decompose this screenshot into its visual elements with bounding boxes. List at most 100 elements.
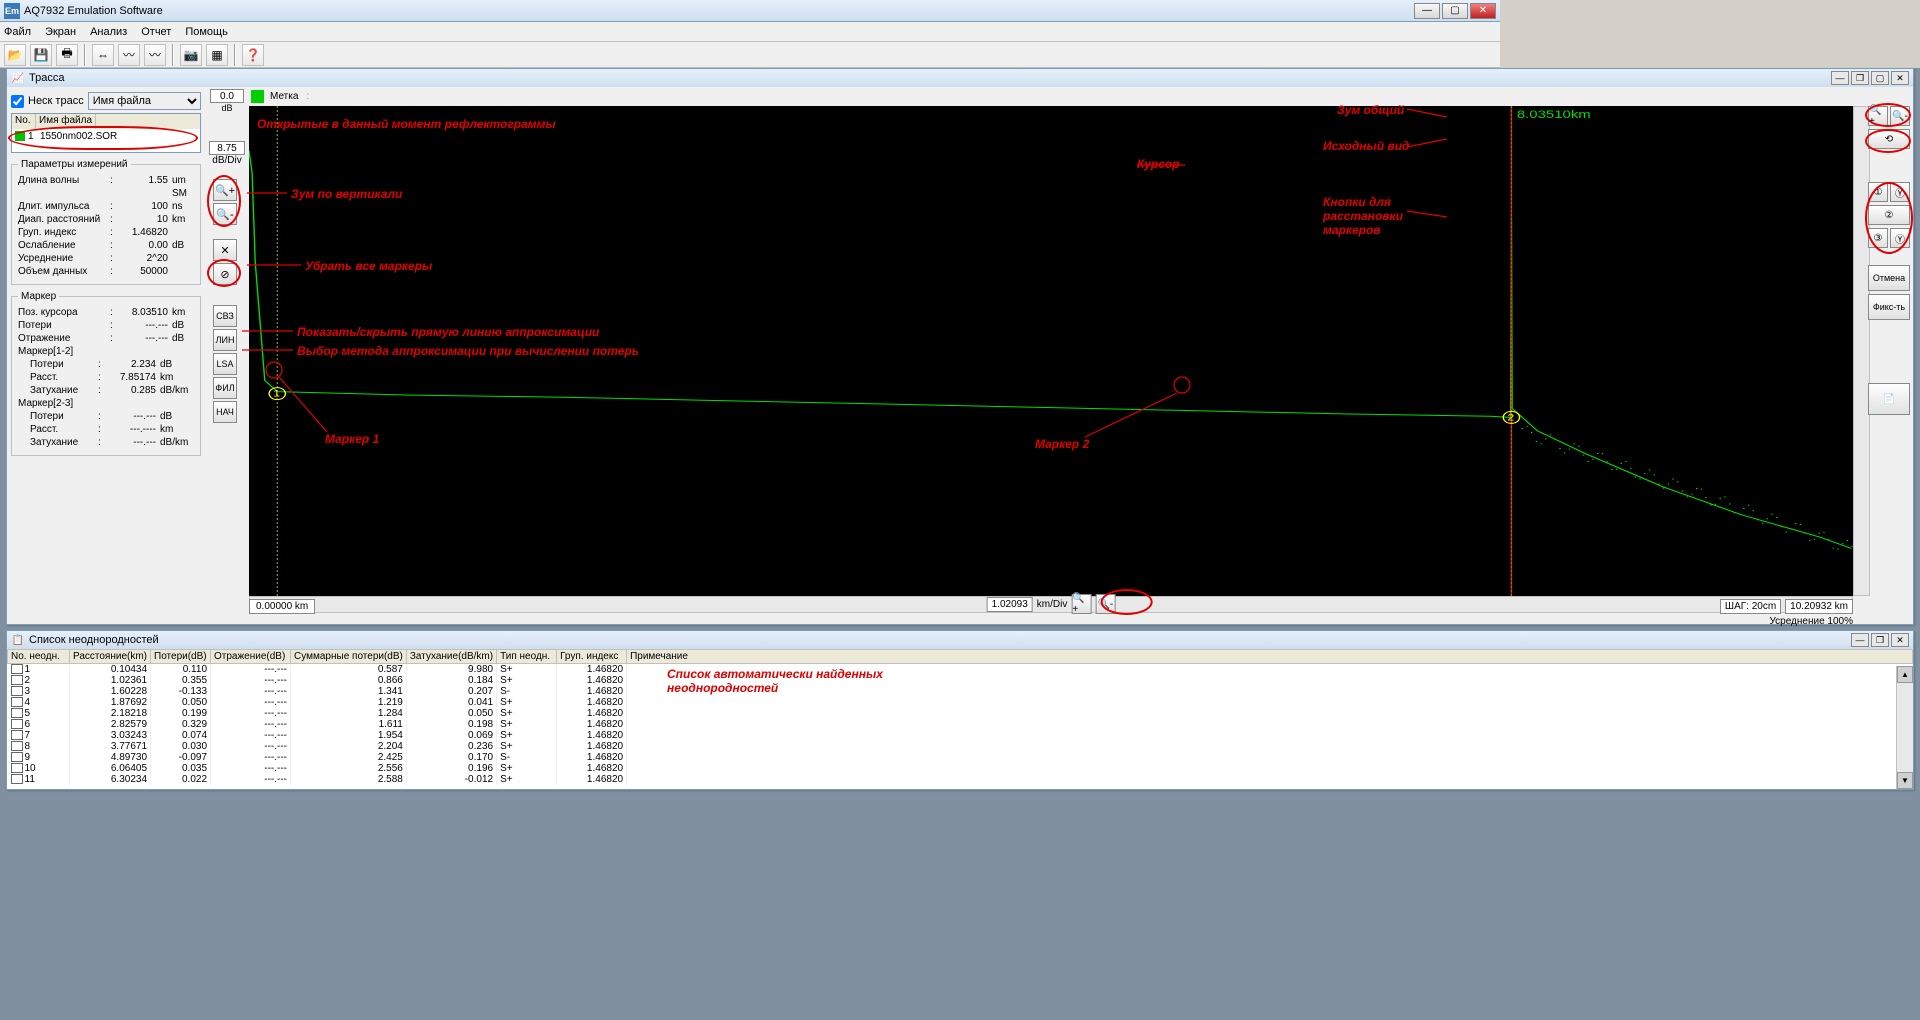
svg-text:1: 1 (273, 389, 280, 399)
tb-snap-icon[interactable]: 📷 (180, 44, 202, 66)
lin-button[interactable]: ЛИН (213, 329, 237, 351)
eh-gi[interactable]: Груп. индекс (557, 650, 627, 664)
cancel-button[interactable]: Отмена (1868, 265, 1910, 291)
eh-type[interactable]: Тип неодн. (497, 650, 557, 664)
zoom-out-button[interactable]: 🔍- (1890, 106, 1910, 126)
marker-y3-button[interactable]: Ⓨ (1890, 228, 1910, 248)
marker-mode-button[interactable]: ✕ (213, 239, 237, 261)
tb-open-icon[interactable]: 📂 (4, 44, 26, 66)
m12-dist-k: Расст. (18, 371, 98, 384)
panel-close-button[interactable]: ✕ (1891, 633, 1909, 647)
trace-file-list[interactable]: No.Имя файла 1 1550nm002.SOR (11, 113, 201, 153)
event-row[interactable]: 62.825790.329---.---1.6110.198S+1.46820 (8, 719, 1913, 730)
zoom-in-v-button[interactable]: 🔍+ (213, 179, 237, 201)
tb-arrows-icon[interactable]: ⇔ (92, 44, 114, 66)
trace-panel-title: 📈 Трасса — ❐ ▢ ✕ (7, 69, 1913, 87)
zoom-in-button[interactable]: 🔍+ (1868, 106, 1888, 126)
minimize-button[interactable]: — (1414, 3, 1440, 19)
event-v-scrollbar[interactable]: ▲ ▼ (1896, 666, 1913, 789)
maximize-button[interactable]: ▢ (1442, 3, 1468, 19)
clear-markers-button[interactable]: ⊘ (213, 263, 237, 285)
panel-minimize-button[interactable]: — (1851, 633, 1869, 647)
p-gi-u (168, 226, 194, 239)
event-row[interactable]: 83.776710.030---.---2.2040.236S+1.46820 (8, 741, 1913, 752)
p-avg-u (168, 252, 194, 265)
m23-dist-k: Расст. (18, 423, 98, 436)
otdr-graph[interactable]: 8.03510km12 (249, 106, 1853, 596)
event-row[interactable]: 73.032430.074---.---1.9540.069S+1.46820 (8, 730, 1913, 741)
y-offset-value[interactable]: 0.0 (210, 89, 244, 103)
event-row[interactable]: 52.182180.199---.---1.2840.050S+1.46820 (8, 708, 1913, 719)
tb-print-icon[interactable]: 🖶 (56, 44, 78, 66)
x-start-value: 0.00000 km (249, 599, 315, 614)
event-row[interactable]: 106.064050.035---.---2.5560.196S+1.46820 (8, 763, 1913, 774)
marker-y1-button[interactable]: Ⓨ (1890, 182, 1910, 202)
event-row[interactable]: 21.023610.355---.---0.8660.184S+1.46820 (8, 675, 1913, 686)
panel-close-button[interactable]: ✕ (1891, 71, 1909, 85)
report-button[interactable]: 📄 (1868, 383, 1910, 415)
multi-trace-checkbox[interactable] (11, 95, 24, 108)
tb-wave2-icon[interactable]: 〰 (144, 44, 166, 66)
trace-panel-label: Трасса (29, 72, 64, 84)
event-row[interactable]: 10.104340.110---.---0.5879.980S+1.46820 (8, 664, 1913, 676)
x-scale-value: 1.02093 (992, 599, 1028, 610)
zoom-out-v-button[interactable]: 🔍- (213, 203, 237, 225)
zoom-in-h-button[interactable]: 🔍+ (1071, 594, 1091, 614)
eh-cum[interactable]: Суммарные потери(dB) (291, 650, 407, 664)
menu-report[interactable]: Отчет (141, 26, 171, 38)
menu-analysis[interactable]: Анализ (90, 26, 127, 38)
panel-maximize-button[interactable]: ▢ (1871, 71, 1889, 85)
y-offset-unit: dB (205, 103, 249, 113)
marker-1-button[interactable]: ① (1868, 182, 1888, 202)
event-row[interactable]: 41.876920.050---.---1.2190.041S+1.46820 (8, 697, 1913, 708)
eh-refl[interactable]: Отражение(dB) (211, 650, 291, 664)
tb-save-icon[interactable]: 💾 (30, 44, 52, 66)
panel-restore-button[interactable]: ❐ (1851, 71, 1869, 85)
lsa-button[interactable]: LSA (213, 353, 237, 375)
fil-button[interactable]: ФИЛ (213, 377, 237, 399)
zoom-out-h-button[interactable]: 🔍- (1095, 594, 1115, 614)
m-loss-k: Потери (18, 319, 110, 332)
label-bar: Метка : (249, 87, 1853, 106)
tb-wave1-icon[interactable]: 〰 (118, 44, 140, 66)
m-cursor-u: km (168, 306, 194, 319)
p-gi-v: 1.46820 (118, 226, 168, 239)
scroll-down-icon[interactable]: ▼ (1897, 772, 1913, 789)
menu-help[interactable]: Помощь (185, 26, 228, 38)
event-panel-title: 📋 Список неоднородностей — ❐ ✕ (7, 631, 1913, 649)
main-toolbar: 📂 💾 🖶 ⇔ 〰 〰 📷 ▦ ❓ (0, 42, 1500, 68)
event-row[interactable]: 116.302340.022---.---2.588-0.012S+1.4682… (8, 774, 1913, 785)
panel-restore-button[interactable]: ❐ (1871, 633, 1889, 647)
tb-help-icon[interactable]: ❓ (242, 44, 264, 66)
marker-2-button[interactable]: ② (1868, 205, 1910, 225)
p-samp-k: Объем данных (18, 265, 110, 278)
m12-loss-k: Потери (18, 358, 98, 371)
event-row[interactable]: 94.89730-0.097---.---2.4250.170S-1.46820 (8, 752, 1913, 763)
marker-group: Маркер Поз. курсора:8.03510km Потери:---… (11, 291, 201, 456)
menu-screen[interactable]: Экран (45, 26, 76, 38)
eh-att[interactable]: Затухание(dB/km) (406, 650, 496, 664)
trace-file-row[interactable]: 1 1550nm002.SOR (12, 129, 200, 143)
scroll-up-icon[interactable]: ▲ (1897, 666, 1913, 683)
p-gi-k: Груп. индекс (18, 226, 110, 239)
panel-minimize-button[interactable]: — (1831, 71, 1849, 85)
event-row[interactable]: 31.60228-0.133---.---1.3410.207S-1.46820 (8, 686, 1913, 697)
event-table[interactable]: No. неодн. Расстояние(km) Потери(dB) Отр… (7, 649, 1913, 785)
fix-button[interactable]: Фикс-ть (1868, 294, 1910, 320)
menu-file[interactable]: Файл (4, 26, 31, 38)
eh-dist[interactable]: Расстояние(km) (70, 650, 151, 664)
eh-note[interactable]: Примечание (627, 650, 1913, 664)
reset-view-button[interactable]: ⟲ (1868, 129, 1910, 149)
eh-no[interactable]: No. неодн. (8, 650, 70, 664)
marker-legend: Маркер (18, 291, 59, 302)
filename-mode-select[interactable]: Имя файла (88, 92, 201, 110)
m12-dist-u: km (156, 371, 194, 384)
eh-loss[interactable]: Потери(dB) (151, 650, 211, 664)
nach-button[interactable]: НАЧ (213, 401, 237, 423)
tb-grid-icon[interactable]: ▦ (206, 44, 228, 66)
svz-button[interactable]: СВЗ (213, 305, 237, 327)
m-loss-v: ---.--- (118, 319, 168, 332)
marker-3-button[interactable]: ③ (1868, 228, 1888, 248)
close-button[interactable]: ✕ (1470, 3, 1496, 19)
y-scale-value[interactable]: 8.75 (209, 141, 245, 155)
